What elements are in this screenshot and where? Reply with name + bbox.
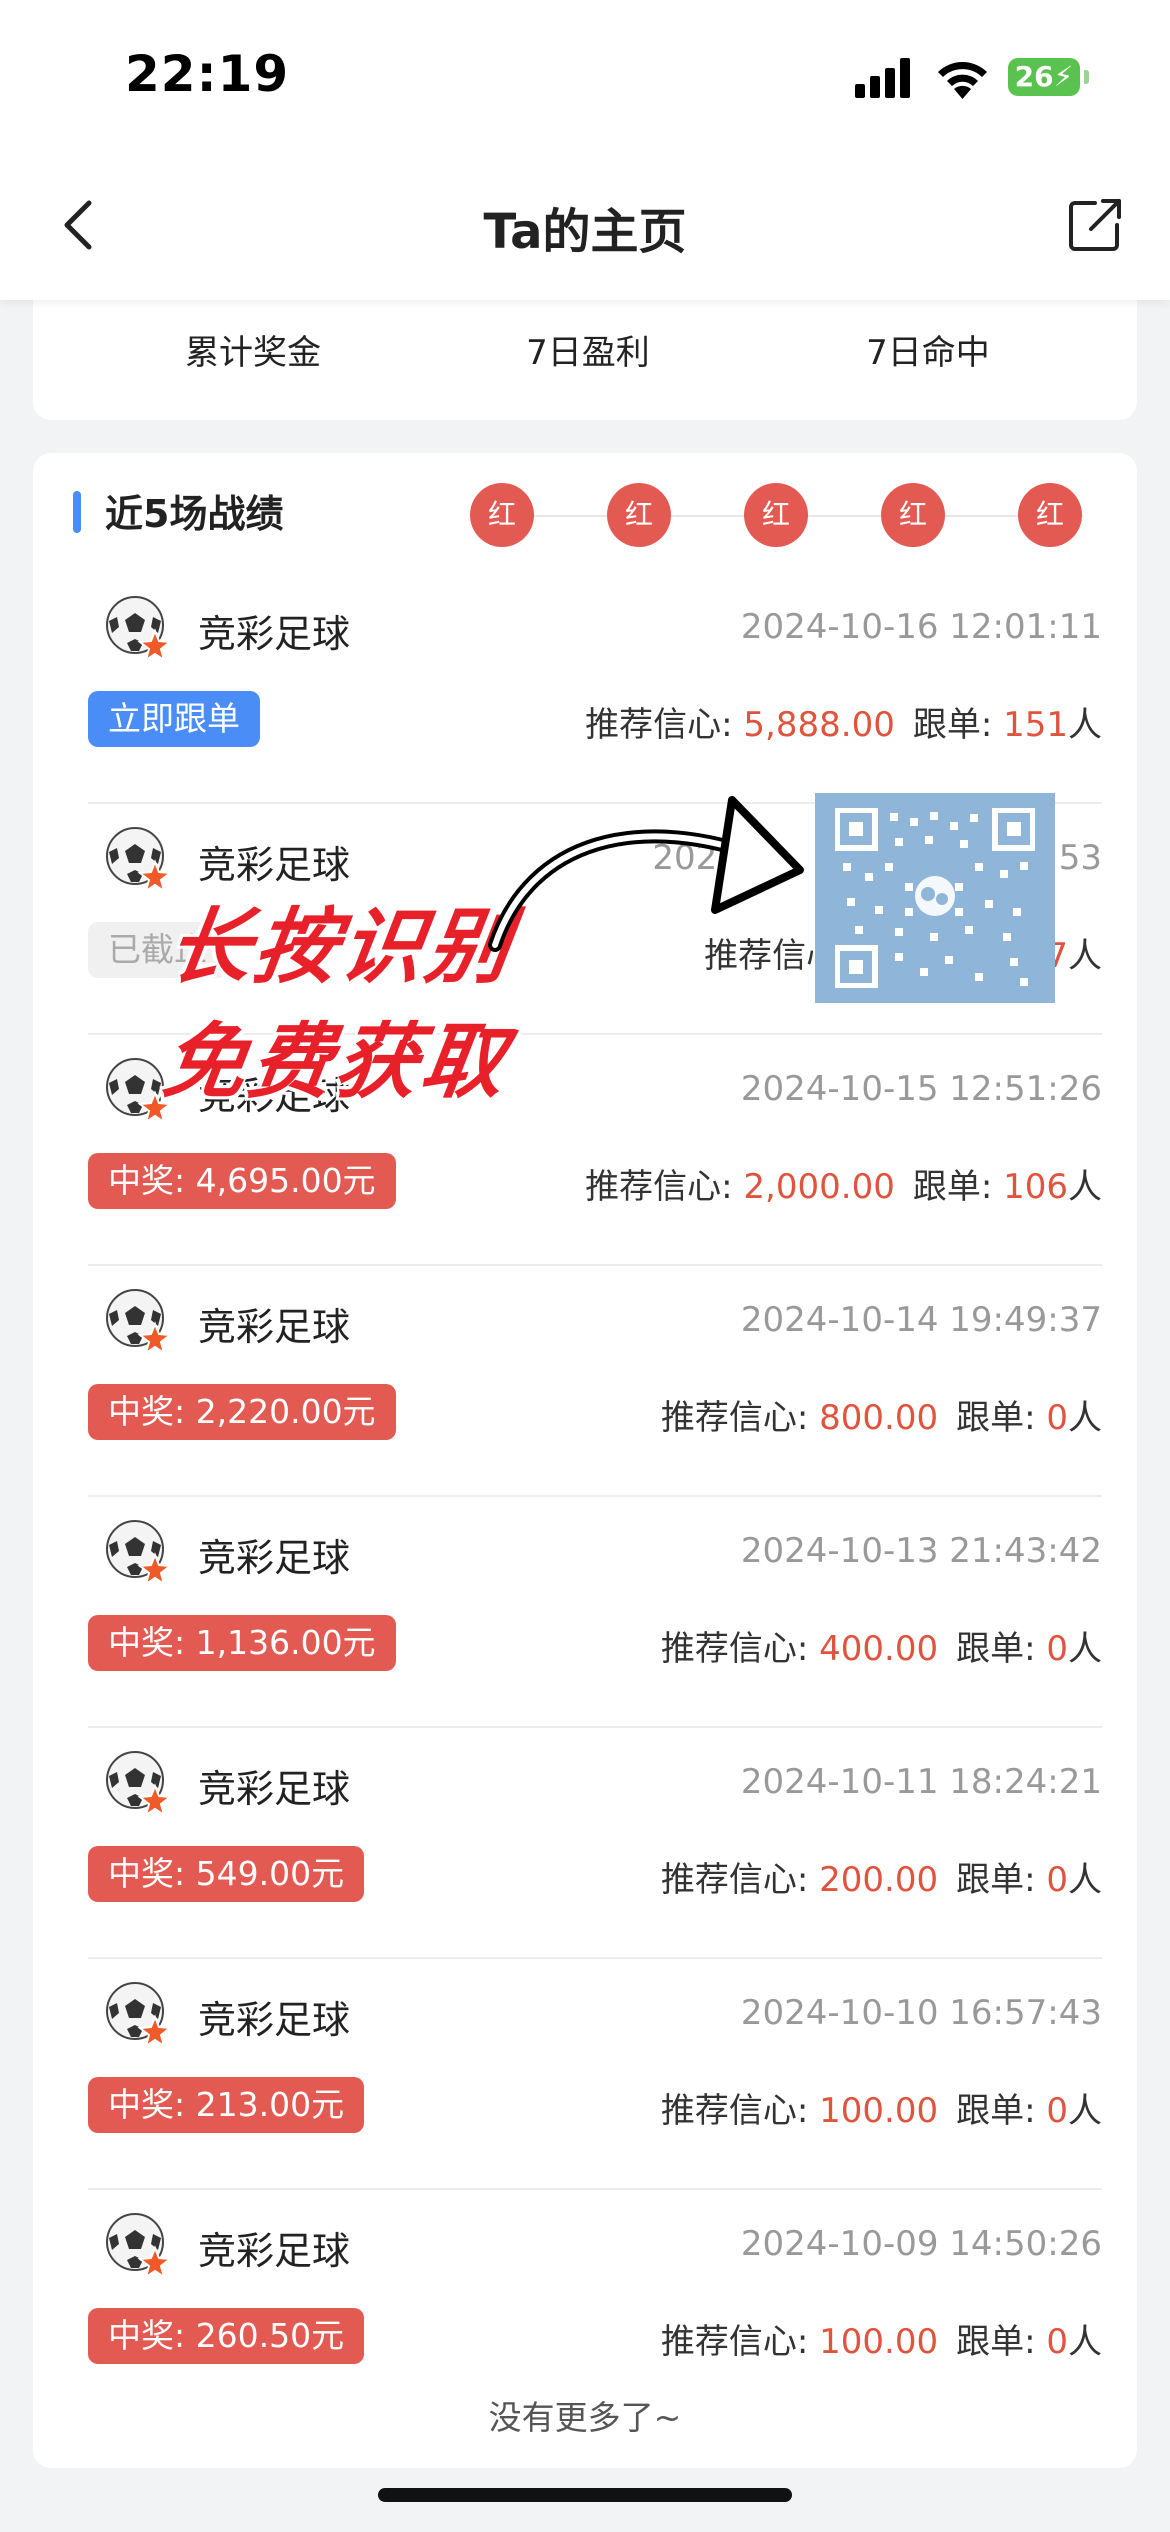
battery-tip [1084,70,1089,84]
follow-count: 0 [1046,2322,1068,2362]
record-title: 竞彩足球 [198,2229,351,2273]
follow-count: 0 [1046,1629,1068,1669]
follow-now-button[interactable]: 立即跟单 [88,691,260,747]
record-item[interactable]: 竞彩足球 2024-10-13 21:43:42 中奖: 1,136.00元 推荐信心… [88,1497,1102,1728]
result-dot: 红 [1018,483,1082,547]
follow-count: 0 [1046,2091,1068,2131]
record-time: 2024-10-09 14:50:26 [740,2224,1102,2264]
record-title: 竞彩足球 [198,1536,351,1580]
record-time: 2024-10-11 18:24:21 [740,1762,1102,1802]
prize-badge: 中奖: 2,220.00元 [88,1384,396,1440]
football-icon [106,827,173,894]
record-item[interactable]: 竞彩足球 2024-10-09 14:50:26 中奖: 260.50元 推荐信心: … [88,2190,1102,2421]
record-title: 竞彩足球 [198,612,351,656]
record-meta: 推荐信心: 2,000.00 跟单: 106人 [585,1167,1102,1207]
nav-bar: Ta的主页 [0,150,1170,300]
result-dot: 红 [470,483,534,547]
football-icon [106,2213,173,2280]
section-title: 近5场战绩 [105,492,284,536]
page-title: Ta的主页 [483,204,687,260]
result-dot: 红 [744,483,808,547]
curved-arrow-icon [488,796,804,952]
record-meta: 推荐信心: 400.00 跟单: 0人 [660,1629,1102,1669]
football-icon [106,1289,173,1356]
follow-count: 106 [1003,1167,1068,1207]
record-item[interactable]: 竞彩足球 2024-10-11 18:24:21 中奖: 549.00元 推荐信心: … [88,1728,1102,1959]
confidence-value: 100.00 [819,2322,939,2362]
status-bar: 22:19 26⚡ [0,0,1170,150]
football-icon [106,1520,173,1587]
record-time: 2024-10-16 12:01:11 [740,607,1102,647]
prize-badge: 中奖: 213.00元 [88,2077,365,2133]
section-accent-bar [73,491,81,533]
promo-line1: 长按识别 [162,900,520,995]
prize-badge: 中奖: 549.00元 [88,1846,365,1902]
confidence-value: 400.00 [819,1629,939,1669]
records-card: 近5场战绩 红 红 红 红 红 竞彩足球 2024-10-16 12:01:11 立… [33,453,1137,2468]
record-title: 竞彩足球 [198,1305,351,1349]
confidence-value: 5,888.00 [743,705,895,745]
prize-badge: 中奖: 4,695.00元 [88,1153,396,1209]
record-item[interactable]: 竞彩足球 2024-10-14 19:49:37 中奖: 2,220.00元 推荐信心… [88,1266,1102,1497]
battery-icon: 26⚡ [1008,58,1080,96]
stat-7day-profit: 7日盈利 [526,333,650,373]
record-meta: 推荐信心: 100.00 跟单: 0人 [660,2322,1102,2362]
confidence-value: 2,000.00 [743,1167,895,1207]
prize-badge: 中奖: 1,136.00元 [88,1615,396,1671]
record-item[interactable]: 竞彩足球 2024-10-10 16:57:43 中奖: 213.00元 推荐信心: … [88,1959,1102,2190]
record-time: 2024-10-14 19:49:37 [740,1300,1102,1340]
signal-icon [855,58,915,98]
qr-code[interactable] [815,793,1055,1003]
record-time: 2024-10-10 16:57:43 [740,1993,1102,2033]
record-time: 2024-10-15 12:51:26 [740,1069,1102,1109]
football-icon [106,596,173,663]
home-indicator [378,2488,792,2502]
record-meta: 推荐信心: 100.00 跟单: 0人 [660,2091,1102,2131]
confidence-value: 800.00 [819,1398,939,1438]
record-time: 2024-10-13 21:43:42 [740,1531,1102,1571]
football-icon [106,1982,173,2049]
no-more-text: 没有更多了~ [488,2398,682,2437]
follow-count: 0 [1046,1860,1068,1900]
record-meta: 推荐信心: 5,888.00 跟单: 151人 [585,705,1102,745]
status-time: 22:19 [125,45,290,103]
share-icon[interactable] [1065,195,1125,255]
follow-count: 0 [1046,1398,1068,1438]
record-title: 竞彩足球 [198,1767,351,1811]
football-icon [106,1751,173,1818]
result-dot: 红 [881,483,945,547]
record-title: 竞彩足球 [198,1998,351,2042]
promo-line2: 免费获取 [157,1015,515,1110]
stat-total-prize: 累计奖金 [185,333,321,373]
result-dot: 红 [607,483,671,547]
wifi-icon [938,61,987,99]
confidence-value: 200.00 [819,1860,939,1900]
qr-pattern-icon [835,808,1035,988]
record-meta: 推荐信心: 800.00 跟单: 0人 [660,1398,1102,1438]
record-meta: 推荐信心: 200.00 跟单: 0人 [660,1860,1102,1900]
follow-count: 151 [1003,705,1068,745]
stat-7day-hit: 7日命中 [866,333,990,373]
prize-badge: 中奖: 260.50元 [88,2308,365,2364]
confidence-value: 100.00 [819,2091,939,2131]
